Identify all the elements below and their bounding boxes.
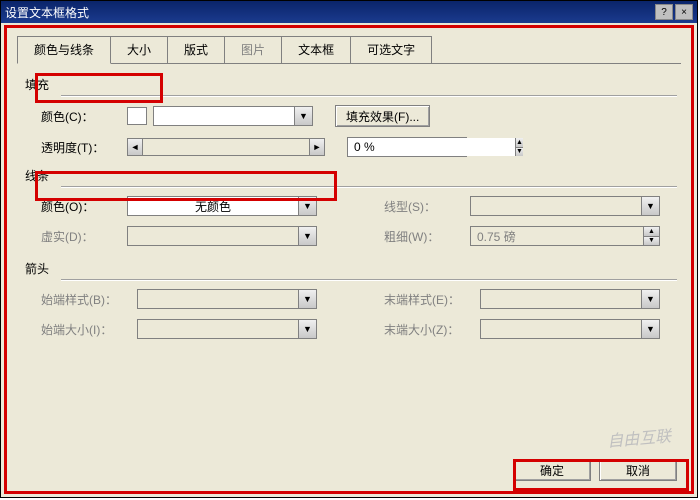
spin-up-icon[interactable]: ▲	[516, 138, 523, 148]
slider-right-icon[interactable]: ►	[309, 138, 325, 156]
watermark: 自由互联	[606, 422, 672, 451]
end-size-row: 末端大小(Z)： ▼	[364, 319, 677, 339]
line-weight-spinner: ▲▼	[470, 226, 660, 246]
begin-style-label: 始端样式(B)：	[41, 291, 131, 308]
chevron-down-icon: ▼	[298, 197, 316, 215]
end-size-label: 末端大小(Z)：	[384, 321, 474, 338]
group-fill-label: 填充	[21, 76, 677, 93]
end-style-label: 末端样式(E)：	[384, 291, 474, 308]
window-title: 设置文本框格式	[5, 4, 653, 21]
chevron-down-icon: ▼	[298, 227, 316, 245]
transparency-spinner[interactable]: ▲▼	[347, 137, 467, 157]
transparency-slider[interactable]	[143, 138, 309, 156]
tab-layout[interactable]: 版式	[167, 36, 225, 63]
line-style-row: 线型(S)： ▼	[364, 196, 677, 216]
line-color-row: 颜色(O)： 无颜色 ▼	[21, 196, 334, 216]
line-color-label: 颜色(O)：	[41, 198, 121, 215]
fill-color-row: 颜色(C)： ▼ 填充效果(F)...	[21, 105, 677, 127]
chevron-down-icon: ▼	[641, 290, 659, 308]
line-dash-row: 虚实(D)： ▼	[21, 226, 334, 246]
cancel-button[interactable]: 取消	[599, 459, 677, 481]
group-line-label: 线条	[21, 167, 677, 184]
begin-style-row: 始端样式(B)： ▼	[21, 289, 334, 309]
spin-up-icon: ▲	[644, 227, 659, 237]
tab-strip: 颜色与线条 大小 版式 图片 文本框 可选文字	[17, 36, 681, 64]
transparency-label: 透明度(T)：	[41, 139, 121, 156]
line-color-value: 无颜色	[128, 198, 298, 215]
end-size-dropdown: ▼	[480, 319, 660, 339]
line-weight-row: 粗细(W)： ▲▼	[364, 226, 677, 246]
titlebar: 设置文本框格式 ? ×	[1, 1, 697, 23]
spin-down-icon[interactable]: ▼	[516, 148, 523, 157]
line-style-dropdown: ▼	[470, 196, 660, 216]
tab-textbox[interactable]: 文本框	[281, 36, 351, 63]
line-weight-label: 粗细(W)：	[384, 228, 464, 245]
help-button[interactable]: ?	[655, 4, 673, 20]
line-dash-label: 虚实(D)：	[41, 228, 121, 245]
transparency-row: 透明度(T)： ◄ ► ▲▼	[21, 137, 677, 157]
spin-down-icon: ▼	[644, 237, 659, 246]
tab-colors-lines[interactable]: 颜色与线条	[17, 36, 111, 64]
format-dialog: 设置文本框格式 ? × 颜色与线条 大小 版式 图片 文本框 可选文字 填充 颜…	[0, 0, 698, 498]
chevron-down-icon: ▼	[298, 290, 316, 308]
slider-left-icon[interactable]: ◄	[127, 138, 143, 156]
fill-color-dropdown[interactable]: ▼	[153, 106, 313, 126]
chevron-down-icon: ▼	[641, 197, 659, 215]
line-style-label: 线型(S)：	[384, 198, 464, 215]
transparency-value[interactable]	[348, 138, 515, 156]
tab-picture: 图片	[224, 36, 282, 63]
tab-alt-text[interactable]: 可选文字	[350, 36, 432, 63]
fill-effects-button[interactable]: 填充效果(F)...	[335, 105, 430, 127]
chevron-down-icon: ▼	[294, 107, 312, 125]
begin-style-dropdown: ▼	[137, 289, 317, 309]
end-style-dropdown: ▼	[480, 289, 660, 309]
begin-size-dropdown: ▼	[137, 319, 317, 339]
begin-size-row: 始端大小(I)： ▼	[21, 319, 334, 339]
chevron-down-icon: ▼	[298, 320, 316, 338]
line-dash-dropdown: ▼	[127, 226, 317, 246]
tab-size[interactable]: 大小	[110, 36, 168, 63]
begin-size-label: 始端大小(I)：	[41, 321, 131, 338]
chevron-down-icon: ▼	[641, 320, 659, 338]
dialog-footer: 确定 取消	[513, 459, 677, 481]
close-button[interactable]: ×	[675, 4, 693, 20]
ok-button[interactable]: 确定	[513, 459, 591, 481]
fill-color-label: 颜色(C)：	[41, 108, 121, 125]
end-style-row: 末端样式(E)： ▼	[364, 289, 677, 309]
fill-color-swatch[interactable]	[127, 107, 147, 125]
group-arrows-label: 箭头	[21, 260, 677, 277]
line-weight-value	[471, 227, 643, 245]
line-color-dropdown[interactable]: 无颜色 ▼	[127, 196, 317, 216]
